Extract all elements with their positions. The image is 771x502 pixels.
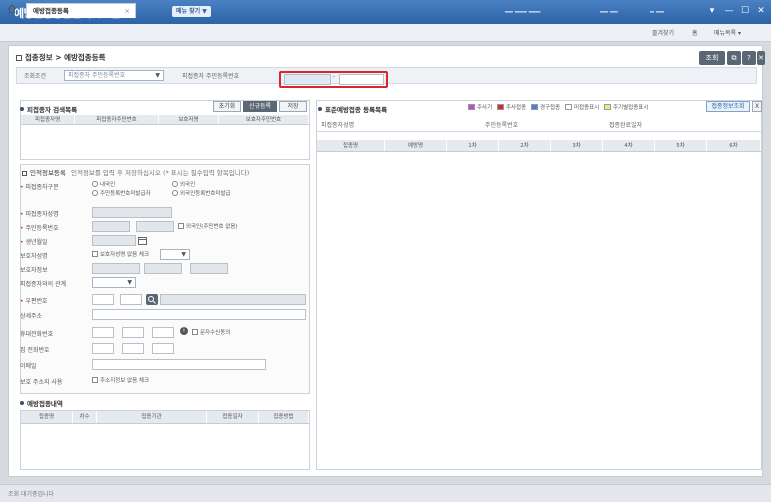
zipcode-search-icon[interactable] [146,294,158,305]
address-use-row: 보호 주소지 사용 주소지정보 없음 체크 [20,376,150,386]
menu-search-button[interactable]: 메뉴 찾기 ▼ [172,6,211,17]
page-title: 접종정보 > 예방접종등록 [16,52,106,63]
legend-item: 경구접종 [530,104,560,111]
status-text: 조회 대기중입니다 [8,491,55,498]
guardian-info-input-2[interactable] [144,263,182,274]
highlight-box [279,71,388,88]
recipient-grid-header: 피접종자명 피접종자주민번호 보호자명 보호자주민번호 [21,115,309,125]
rrn-input-2[interactable] [136,221,174,232]
favorites-link[interactable]: 즐겨찾기 [652,28,674,37]
tab-close-icon[interactable]: × [125,4,130,18]
address-detail-row: 상세주소 [20,309,306,321]
tab-vaccination-register[interactable]: 예방접종등록 × [26,3,136,18]
radio-no-foreign-id[interactable]: 외국인등록번호미발급 [172,189,231,197]
no-rrn-check[interactable]: 외국인(주민번호 없음) [178,222,238,230]
rrn-label: 피접종자 주민등록번호 [182,73,240,80]
zipcode-row: • 우편번호 [20,294,306,306]
condition-select[interactable]: 피접종자 주민등록번호 ▼ [64,70,164,81]
standard-vaccination-panel [316,100,762,470]
calendar-icon[interactable] [138,236,147,245]
legend-item: 주사접종 [496,104,526,111]
phone-input-2[interactable] [122,343,144,354]
rrn-input-1[interactable] [92,221,130,232]
guardian-info-input-3[interactable] [190,263,228,274]
sub-info: ━ ━━ [650,8,664,16]
home-icon[interactable] [7,4,17,14]
dob-row: • 생년월일 [20,235,300,247]
mobile-input-2[interactable] [122,327,144,338]
recipient-search-title: 피접종자 검색목록 [20,104,77,114]
dob-input[interactable] [92,235,136,246]
address-detail-input[interactable] [92,309,306,320]
zipcode-input-1[interactable] [92,294,114,305]
menu-list-link[interactable]: 메뉴목록 ▾ [714,28,741,37]
guardian-select[interactable]: ▼ [160,249,190,260]
legend-item: 미접종표시 [564,104,599,111]
close-page-icon[interactable]: ✕ [757,51,765,65]
recipient-form-title: 인적정보등록 인적정보를 입력 후 저장하십시오 (* 표시는 필수입력 항목입… [22,167,249,177]
mobile-row: 휴대전화번호 i 문자수신동의 [20,327,231,338]
radio-foreign[interactable]: 외국인 [172,180,195,188]
radio-no-rrn[interactable]: 주민등록번호미발급자 [92,189,151,197]
home-link[interactable]: 홈 [692,28,698,37]
history-grid-header: 접종명 차수 접종기관 접종일자 접종방법 [21,411,309,424]
minimize-icon[interactable]: — [722,6,736,17]
new-register-button[interactable]: 신규등록 [243,101,277,112]
guardian-info-row: 보호자정보 [20,263,300,275]
legend: 주사기 주사접종 경구접종 미접종표시 주기별접종표시 [468,103,648,111]
copy-icon[interactable]: ⧉ [727,51,741,65]
name-row: • 피접종자성명 [20,207,300,219]
email-input[interactable] [92,359,266,370]
vaccination-grid-header: 접종명 예방명 1차 2차 3차 4차 5차 6차 [317,140,761,152]
help-icon[interactable]: ? [742,51,756,65]
page-icon [16,55,22,61]
mobile-input-3[interactable] [152,327,174,338]
info-icon[interactable]: i [180,327,188,335]
legend-item: 주기별접종표시 [604,104,648,111]
radio-domestic[interactable]: 내국인 [92,180,115,188]
relation-row: 피접종자와의 관계 ▼ [20,277,300,289]
no-guardian-check[interactable]: 보호자성명 없음 체크 [92,250,149,258]
close-window-icon[interactable]: ✕ [754,6,768,17]
relation-select[interactable]: ▼ [92,277,136,288]
guardian-info-input-1[interactable] [92,263,140,274]
zipcode-input-2[interactable] [120,294,142,305]
tab-label: 예방접종등록 [33,7,69,15]
phone-input-1[interactable] [92,343,114,354]
email-row: 이메일 [20,359,300,371]
vaccination-history-title: 예방접종내역 [20,398,63,408]
dept-info: ━━ ━━ [600,8,618,16]
dropdown-icon[interactable]: ▾ [705,6,719,17]
maximize-icon[interactable]: ☐ [738,6,752,17]
recipient-type-row: • 피접종자구분 내국인 외국인 주민등록번호미발급자 외국인등록번호미발급 [20,180,231,197]
recipient-name-input[interactable] [92,207,172,218]
home-phone-row: 집 전화번호 [20,343,300,355]
standard-vaccination-title: 표준예방접종 등록목록 [318,104,387,114]
search-button[interactable]: 조회 [699,51,725,65]
status-bar [0,484,771,502]
info-rrn-label: 주민등록번호 [485,122,519,129]
phone-input-3[interactable] [152,343,174,354]
recipient-info-row: 피접종자성명 주민등록번호 접종완료일자 [317,116,761,132]
user-info: ━━ ━━━ ━━━ [505,8,541,16]
guardian-name-row: 보호자성명 보호자성명 없음 체크 ▼ [20,249,300,261]
vaccination-lookup-button[interactable]: 접종정보조회 [706,101,750,112]
no-address-check[interactable]: 주소지정보 없음 체크 [92,376,149,384]
rrn-row: • 주민등록번호 외국인(주민번호 없음) [20,221,300,233]
address-input[interactable] [160,294,306,305]
info-name-label: 피접종자성명 [321,122,355,129]
info-complete-label: 접종완료일자 [609,122,643,129]
legend-item: 주사기 [468,104,492,111]
condition-label: 조회조건 [24,73,47,80]
save-button[interactable]: 저장 [279,101,307,112]
reset-button[interactable]: 초기화 [213,101,241,112]
right-panel-close-icon[interactable]: X [752,101,762,112]
sms-consent-check[interactable]: 문자수신동의 [192,328,230,336]
mobile-input-1[interactable] [92,327,114,338]
